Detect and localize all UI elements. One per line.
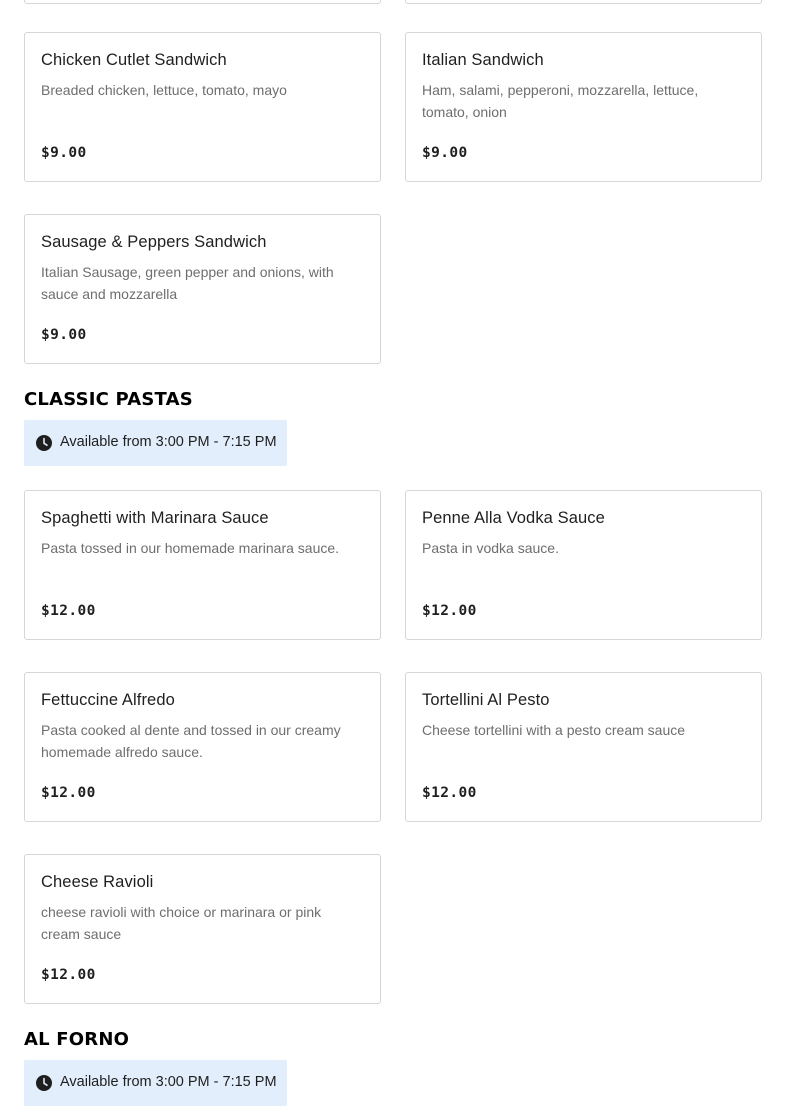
item-price: $9.00 — [41, 327, 87, 343]
menu-item-card[interactable]: Spaghetti with Marinara Sauce Pasta toss… — [24, 490, 381, 640]
item-description: Breaded chicken, lettuce, tomato, mayo — [41, 82, 287, 98]
clock-icon — [36, 1075, 52, 1091]
item-description: Cheese tortellini with a pesto cream sau… — [422, 722, 686, 738]
partial-card[interactable] — [24, 0, 381, 4]
item-name: Tortellini Al Pesto — [422, 691, 550, 709]
item-price: $12.00 — [41, 967, 96, 983]
menu-item-card[interactable]: Italian Sandwich Ham, salami, pepperoni,… — [405, 32, 762, 182]
menu-item-card[interactable]: Penne Alla Vodka Sauce Pasta in vodka sa… — [405, 490, 762, 640]
item-price: $12.00 — [41, 785, 96, 801]
item-price: $9.00 — [422, 145, 468, 161]
item-name: Penne Alla Vodka Sauce — [422, 509, 605, 527]
availability-text: Available from 3:00 PM - 7:15 PM — [60, 434, 277, 450]
item-name: Chicken Cutlet Sandwich — [41, 51, 227, 69]
item-name: Spaghetti with Marinara Sauce — [41, 509, 269, 527]
item-price: $12.00 — [422, 785, 477, 801]
item-description: cheese ravioli with choice or marinara o… — [41, 904, 322, 942]
availability-banner: Available from 3:00 PM - 7:15 PM — [24, 420, 287, 466]
menu-item-card[interactable]: Cheese Ravioli cheese ravioli with choic… — [24, 854, 381, 1004]
item-description: Pasta in vodka sauce. — [422, 540, 559, 556]
item-name: Cheese Ravioli — [41, 873, 154, 891]
item-description: Italian Sausage, green pepper and onions… — [41, 264, 334, 302]
availability-text: Available from 3:00 PM - 7:15 PM — [60, 1074, 277, 1090]
item-name: Sausage & Peppers Sandwich — [41, 233, 267, 251]
menu-item-card[interactable]: Tortellini Al Pesto Cheese tortellini wi… — [405, 672, 762, 822]
clock-icon — [36, 435, 52, 451]
previous-items-partial — [0, 0, 785, 4]
item-description: Ham, salami, pepperoni, mozzarella, lett… — [422, 82, 699, 120]
partial-card[interactable] — [405, 0, 762, 4]
item-description: Pasta tossed in our homemade marinara sa… — [41, 540, 340, 556]
item-price: $12.00 — [422, 603, 477, 619]
section-title-classic-pastas: CLASSIC PASTAS — [24, 389, 193, 410]
menu-item-card[interactable]: Sausage & Peppers Sandwich Italian Sausa… — [24, 214, 381, 364]
section-title-al-forno: AL FORNO — [24, 1029, 130, 1050]
availability-banner: Available from 3:00 PM - 7:15 PM — [24, 1060, 287, 1106]
item-description: Pasta cooked al dente and tossed in our … — [41, 722, 341, 760]
menu-item-card[interactable]: Fettuccine Alfredo Pasta cooked al dente… — [24, 672, 381, 822]
item-name: Fettuccine Alfredo — [41, 691, 175, 709]
item-name: Italian Sandwich — [422, 51, 544, 69]
item-price: $12.00 — [41, 603, 96, 619]
item-price: $9.00 — [41, 145, 87, 161]
menu-item-card[interactable]: Chicken Cutlet Sandwich Breaded chicken,… — [24, 32, 381, 182]
